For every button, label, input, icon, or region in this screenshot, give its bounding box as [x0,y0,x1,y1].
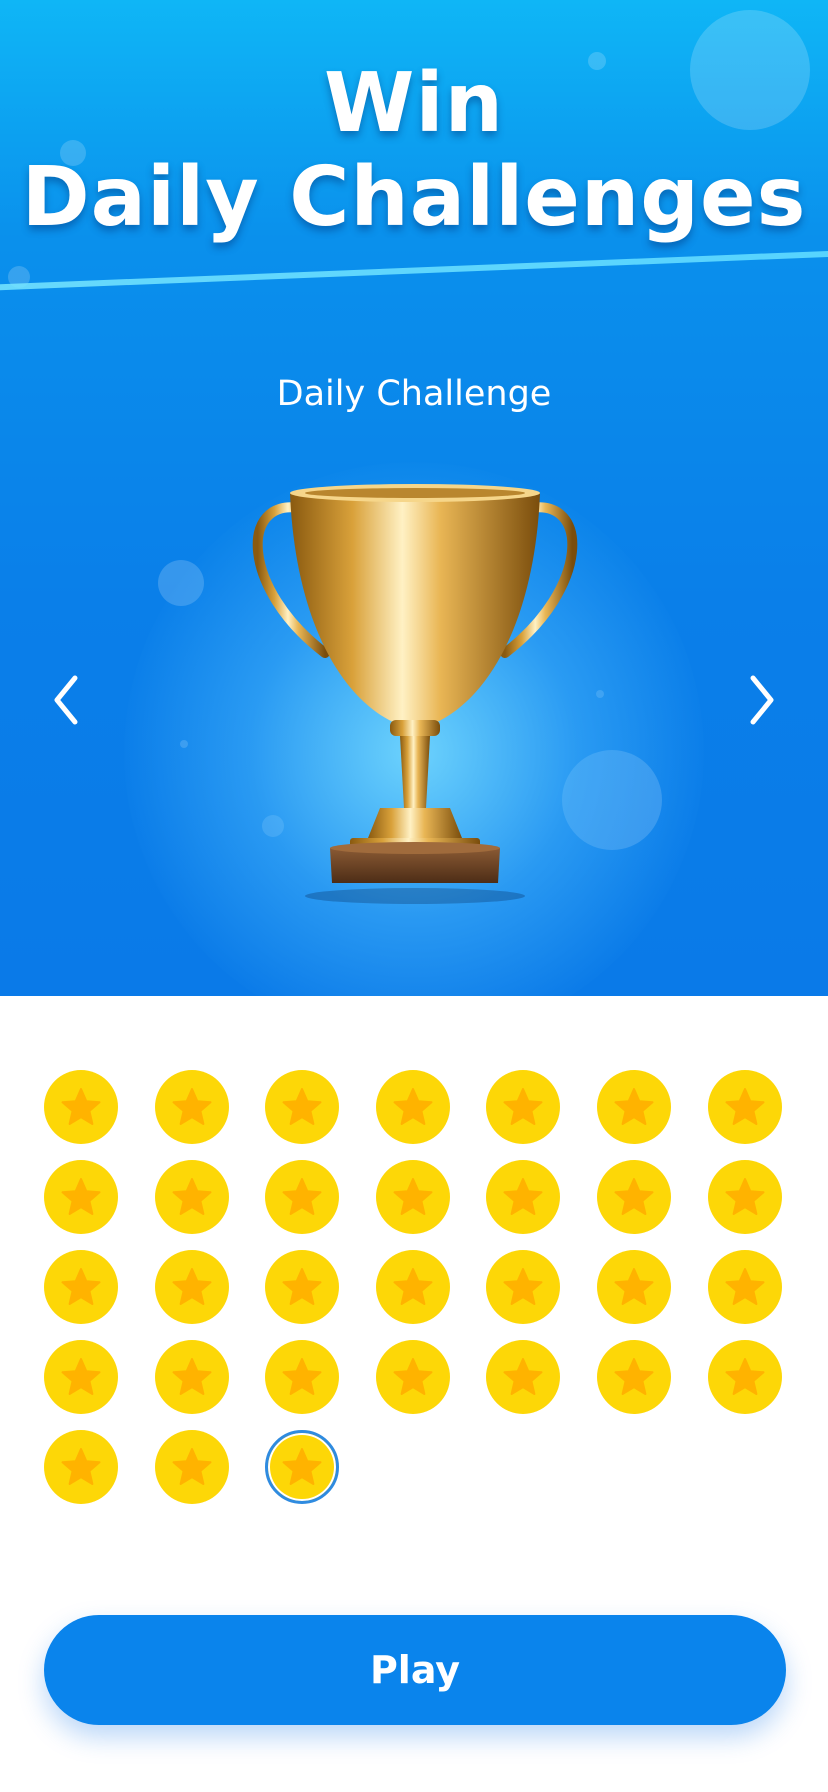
star-icon [503,1268,543,1305]
day-coin[interactable] [375,1070,450,1144]
star-icon [393,1358,433,1395]
star-icon [503,1358,543,1395]
day-coin[interactable] [707,1340,782,1414]
star-icon [503,1178,543,1215]
star-icon [614,1268,654,1305]
day-coin[interactable] [486,1070,561,1144]
play-button[interactable]: Play [44,1615,786,1725]
star-icon [61,1178,101,1215]
star-icon [282,1088,322,1125]
day-coin[interactable] [707,1160,782,1234]
previous-button[interactable] [36,670,96,730]
day-coin-current[interactable] [265,1430,340,1504]
star-icon [172,1088,212,1125]
day-coin[interactable] [486,1160,561,1234]
day-coin[interactable] [596,1250,671,1324]
star-icon [393,1088,433,1125]
day-coin[interactable] [375,1160,450,1234]
day-coin[interactable] [375,1250,450,1324]
day-coin[interactable] [154,1070,229,1144]
star-icon [393,1178,433,1215]
day-coin[interactable] [265,1070,340,1144]
day-coin[interactable] [596,1160,671,1234]
headline-line1: Win [324,56,504,151]
day-coin[interactable] [154,1430,229,1504]
star-icon [282,1268,322,1305]
chevron-right-icon [750,675,774,725]
star-icon [61,1448,101,1485]
day-coin[interactable] [154,1340,229,1414]
day-coin[interactable] [596,1070,671,1144]
star-icon [725,1088,765,1125]
day-coin[interactable] [44,1340,118,1414]
star-icon [282,1178,322,1215]
day-coin[interactable] [44,1160,118,1234]
day-coin[interactable] [154,1250,229,1324]
star-icon [172,1178,212,1215]
star-icon [172,1268,212,1305]
star-icon [614,1358,654,1395]
day-coin[interactable] [265,1340,340,1414]
star-icon [614,1178,654,1215]
star-icon [61,1358,101,1395]
day-coin[interactable] [265,1160,340,1234]
day-coin[interactable] [486,1250,561,1324]
star-icon [61,1268,101,1305]
card-title: Daily Challenge [276,374,552,414]
day-coin[interactable] [44,1070,118,1144]
day-coin[interactable] [154,1160,229,1234]
day-coin[interactable] [44,1250,118,1324]
star-icon [61,1088,101,1125]
star-icon [393,1268,433,1305]
star-icon [614,1088,654,1125]
day-coin[interactable] [375,1340,450,1414]
trophy-icon [252,484,578,904]
star-icon [282,1358,322,1395]
star-icon [725,1268,765,1305]
day-coin[interactable] [44,1430,118,1504]
chevron-left-icon [54,675,78,725]
day-coin[interactable] [265,1250,340,1324]
star-icon [725,1358,765,1395]
star-icon [503,1088,543,1125]
star-icon [172,1448,212,1485]
daily-progress-grid [44,1070,786,1504]
day-coin[interactable] [707,1250,782,1324]
day-coin[interactable] [707,1070,782,1144]
hero-banner: Win Daily Challenges Daily Challenge [0,0,828,996]
star-icon [725,1178,765,1215]
next-button[interactable] [732,670,792,730]
light-streak [0,249,828,291]
day-coin[interactable] [486,1340,561,1414]
day-coin[interactable] [596,1340,671,1414]
star-icon [282,1448,322,1485]
headline-line2: Daily Challenges [21,150,807,245]
star-icon [172,1358,212,1395]
